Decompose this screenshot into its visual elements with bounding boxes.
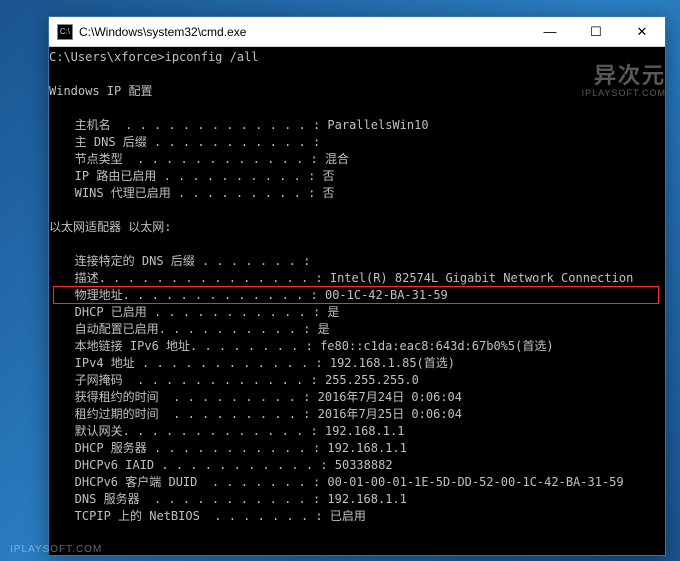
adapter-row-7: 子网掩码 . . . . . . . . . . . . : 255.255.2… xyxy=(53,372,661,389)
adapter-row-14: DNS 服务器 . . . . . . . . . . . : 192.168.… xyxy=(53,491,661,508)
section-header: Windows IP 配置 xyxy=(49,83,661,100)
host-row-0: 主机名 . . . . . . . . . . . . . : Parallel… xyxy=(53,117,661,134)
adapter-row-3: DHCP 已启用 . . . . . . . . . . . : 是 xyxy=(53,304,661,321)
adapter-row-1: 描述. . . . . . . . . . . . . . . : Intel(… xyxy=(53,270,661,287)
close-button[interactable]: ✕ xyxy=(619,17,665,46)
adapter-row-10: 默认网关. . . . . . . . . . . . . : 192.168.… xyxy=(53,423,661,440)
console-line xyxy=(53,66,661,83)
watermark-bottom: IPLAYSOFT.COM xyxy=(10,544,102,555)
host-row-1: 主 DNS 后缀 . . . . . . . . . . . : xyxy=(53,134,661,151)
adapter-header: 以太网适配器 以太网: xyxy=(49,219,661,236)
minimize-button[interactable]: — xyxy=(527,17,573,46)
adapter-row-8: 获得租约的时间 . . . . . . . . . : 2016年7月24日 0… xyxy=(53,389,661,406)
adapter-row-11: DHCP 服务器 . . . . . . . . . . . : 192.168… xyxy=(53,440,661,457)
adapter-row-2: 物理地址. . . . . . . . . . . . . : 00-1C-42… xyxy=(53,287,661,304)
adapter-row-12: DHCPv6 IAID . . . . . . . . . . . : 5033… xyxy=(53,457,661,474)
host-row-4: WINS 代理已启用 . . . . . . . . . : 否 xyxy=(53,185,661,202)
console-output[interactable]: C:\Users\xforce>ipconfig /all Windows IP… xyxy=(49,47,665,555)
window-controls: — ☐ ✕ xyxy=(527,17,665,46)
adapter-row-13: DHCPv6 客户端 DUID . . . . . . . : 00-01-00… xyxy=(53,474,661,491)
titlebar[interactable]: C:\ C:\Windows\system32\cmd.exe — ☐ ✕ xyxy=(49,17,665,47)
console-line xyxy=(53,202,661,219)
host-row-2: 节点类型 . . . . . . . . . . . . : 混合 xyxy=(53,151,661,168)
adapter-row-5: 本地链接 IPv6 地址. . . . . . . . : fe80::c1da… xyxy=(53,338,661,355)
adapter-row-9: 租约过期的时间 . . . . . . . . . : 2016年7月25日 0… xyxy=(53,406,661,423)
adapter-row-15: TCPIP 上的 NetBIOS . . . . . . . : 已启用 xyxy=(53,508,661,525)
adapter-row-4: 自动配置已启用. . . . . . . . . . : 是 xyxy=(53,321,661,338)
cmd-icon: C:\ xyxy=(57,24,73,40)
window-title: C:\Windows\system32\cmd.exe xyxy=(79,25,527,39)
host-row-3: IP 路由已启用 . . . . . . . . . . : 否 xyxy=(53,168,661,185)
cmd-window: C:\ C:\Windows\system32\cmd.exe — ☐ ✕ C:… xyxy=(48,16,666,556)
adapter-row-0: 连接特定的 DNS 后缀 . . . . . . . : xyxy=(53,253,661,270)
prompt-line: C:\Users\xforce>ipconfig /all xyxy=(49,49,661,66)
maximize-button[interactable]: ☐ xyxy=(573,17,619,46)
console-line xyxy=(53,100,661,117)
adapter-row-6: IPv4 地址 . . . . . . . . . . . . : 192.16… xyxy=(53,355,661,372)
console-line xyxy=(53,236,661,253)
